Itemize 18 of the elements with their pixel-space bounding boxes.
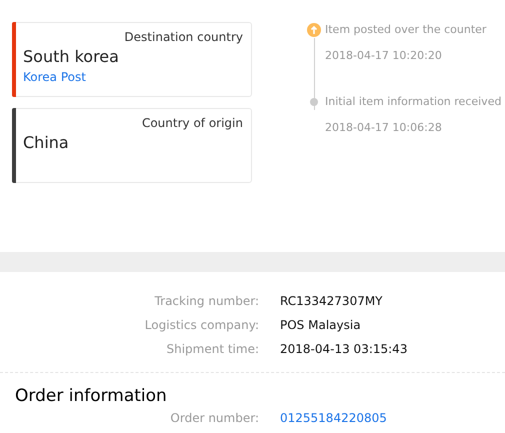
carrier-link[interactable]: Korea Post: [23, 69, 86, 85]
order-link[interactable]: 01255184220805: [280, 409, 387, 427]
event-time: 2018-04-17 10:06:28: [325, 120, 443, 136]
section-title: Order information: [15, 385, 168, 407]
field-label: Tracking number:: [154, 293, 259, 310]
field-label: Logistics company:: [144, 317, 259, 334]
event-text: Item posted over the counter: [325, 22, 486, 38]
field-label: Shipment time:: [165, 341, 259, 358]
field-label: Order number:: [169, 410, 259, 427]
event-text: Initial item information received: [325, 94, 502, 110]
card-label: Destination country: [123, 29, 243, 45]
field-value: RC133427307MY: [280, 293, 383, 310]
country-name: South korea: [23, 46, 120, 68]
country-name: China: [23, 132, 70, 154]
event-time: 2018-04-17 10:20:20: [325, 48, 443, 64]
card-label: Country of origin: [140, 115, 243, 131]
field-value: 2018-04-13 03:15:43: [280, 341, 408, 358]
field-value: POS Malaysia: [280, 317, 361, 334]
